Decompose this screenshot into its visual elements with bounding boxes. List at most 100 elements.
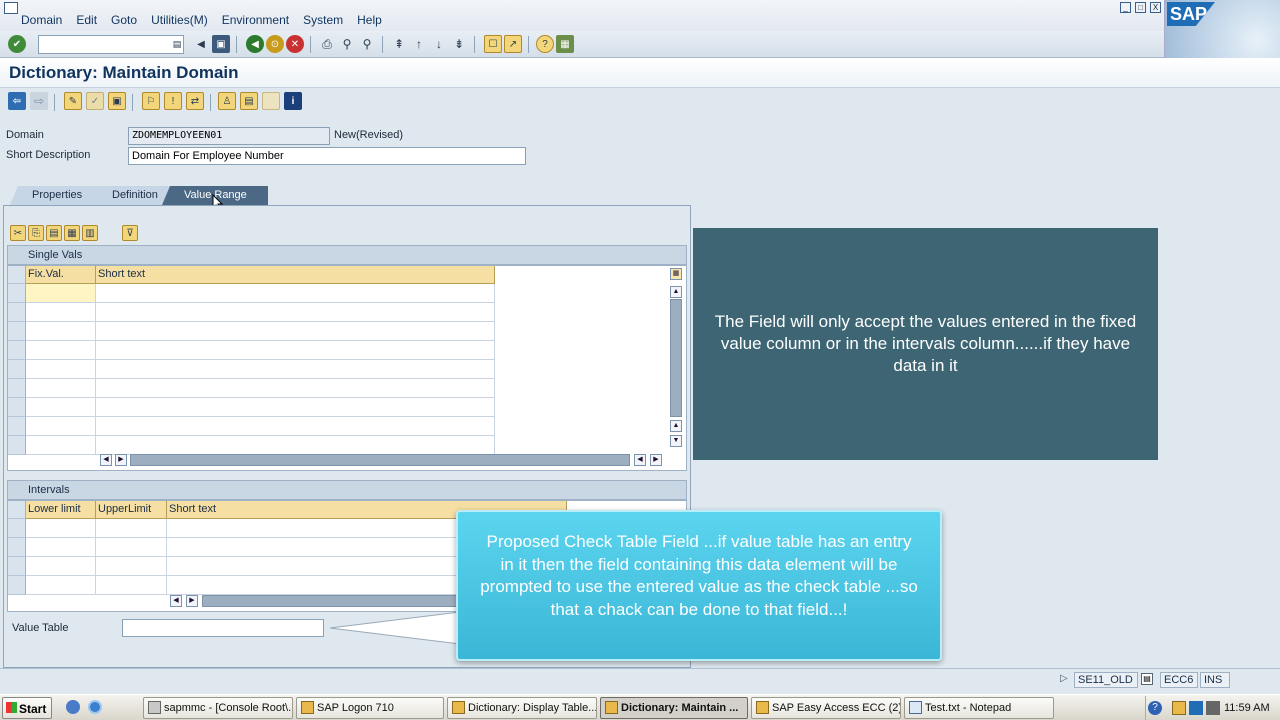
row-selector[interactable] <box>8 360 26 379</box>
exit-icon[interactable]: ⊙ <box>266 35 284 53</box>
cancel-icon[interactable]: ✕ <box>286 35 304 53</box>
table-cell[interactable] <box>96 303 495 322</box>
row-selector[interactable] <box>8 417 26 436</box>
where-used-icon[interactable]: ⚐ <box>142 92 160 110</box>
shortcut-icon[interactable]: ↗ <box>504 35 522 53</box>
table-cell[interactable] <box>26 398 96 417</box>
monitor-tray-icon[interactable] <box>1206 701 1220 715</box>
navigation-icon[interactable]: ⇄ <box>186 92 204 110</box>
other-object-back-icon[interactable]: ⇦ <box>8 92 26 110</box>
menu-environment[interactable]: Environment <box>215 13 296 27</box>
horizontal-scrollbar[interactable] <box>202 595 462 607</box>
table-cell[interactable] <box>26 538 96 557</box>
table-cell[interactable] <box>96 360 495 379</box>
table-cell[interactable] <box>26 417 96 436</box>
scroll-left-button[interactable]: ▶ <box>186 595 198 607</box>
row-selector[interactable] <box>8 576 26 595</box>
help-icon[interactable]: ? <box>536 35 554 53</box>
hierarchy-icon[interactable]: ♙ <box>218 92 236 110</box>
command-arrow-icon[interactable]: ◀ <box>192 35 210 53</box>
save-icon[interactable]: ▣ <box>212 35 230 53</box>
table-cell[interactable] <box>26 341 96 360</box>
row-selector[interactable] <box>8 303 26 322</box>
next-page-icon[interactable]: ↓ <box>430 35 448 53</box>
table-cell[interactable] <box>96 538 167 557</box>
menu-system[interactable]: System <box>296 13 350 27</box>
cut-icon[interactable]: ✂ <box>10 225 26 241</box>
filter-icon[interactable]: ⊽ <box>122 225 138 241</box>
tab-properties[interactable]: Properties <box>10 186 102 205</box>
command-field[interactable] <box>38 35 184 54</box>
table-cell[interactable] <box>96 322 495 341</box>
row-selector[interactable] <box>8 557 26 576</box>
table-cell[interactable] <box>96 417 495 436</box>
print-icon[interactable]: ⎙ <box>318 35 336 53</box>
status-expand-icon[interactable]: ▷ <box>1060 673 1068 684</box>
table-cell[interactable] <box>26 322 96 341</box>
menu-edit[interactable]: Edit <box>69 13 104 27</box>
documentation-icon[interactable] <box>262 92 280 110</box>
table-cell[interactable] <box>96 398 495 417</box>
scroll-left-button[interactable]: ▶ <box>115 454 127 466</box>
table-cell[interactable] <box>96 284 495 303</box>
taskbar-item-sap-logon[interactable]: SAP Logon 710 <box>296 697 444 719</box>
row-selector[interactable] <box>8 398 26 417</box>
browser-icon[interactable] <box>88 700 102 714</box>
table-cell[interactable] <box>96 436 495 455</box>
print-object-icon[interactable]: ▤ <box>240 92 258 110</box>
taskbar-item-dictionary-maintain[interactable]: Dictionary: Maintain ... <box>600 697 748 719</box>
status-server-icon[interactable]: ▤ <box>1141 673 1153 685</box>
copy-icon[interactable]: ⎘ <box>28 225 44 241</box>
table-cell[interactable] <box>26 519 96 538</box>
maximize-icon[interactable]: □ <box>1135 2 1146 13</box>
object-list-icon[interactable]: ! <box>164 92 182 110</box>
delete-row-icon[interactable]: ▥ <box>82 225 98 241</box>
menu-utilities[interactable]: Utilities(M) <box>144 13 215 27</box>
table-cell[interactable] <box>96 519 167 538</box>
find-icon[interactable]: ⚲ <box>338 35 356 53</box>
taskbar-item-notepad[interactable]: Test.txt - Notepad <box>904 697 1054 719</box>
scroll-down-button[interactable]: ▼ <box>670 435 682 447</box>
horizontal-scrollbar[interactable] <box>130 454 630 466</box>
scroll-up-icon[interactable]: ▲ <box>670 286 682 298</box>
short-description-field[interactable]: Domain For Employee Number <box>128 147 526 165</box>
folder-tray-icon[interactable] <box>1172 701 1186 715</box>
table-cell[interactable] <box>26 284 96 303</box>
paste-icon[interactable]: ▤ <box>46 225 62 241</box>
table-cell[interactable] <box>26 379 96 398</box>
table-cell[interactable] <box>96 576 167 595</box>
layout-menu-icon[interactable]: ▦ <box>556 35 574 53</box>
activate-icon[interactable]: ▣ <box>108 92 126 110</box>
previous-page-icon[interactable]: ↑ <box>410 35 428 53</box>
create-session-icon[interactable]: ☐ <box>484 35 502 53</box>
column-short-text[interactable]: Short text <box>96 266 495 284</box>
back-icon[interactable]: ◀ <box>246 35 264 53</box>
table-cell[interactable] <box>26 436 96 455</box>
column-settings-icon[interactable]: ▦ <box>670 268 682 280</box>
sap-tray-icon[interactable] <box>1189 701 1203 715</box>
command-history-icon[interactable]: ▤ <box>168 35 186 53</box>
taskbar-item-sapmmc[interactable]: sapmmc - [Console Root\... <box>143 697 293 719</box>
start-button[interactable]: Start <box>2 697 52 719</box>
other-object-forward-icon[interactable]: ⇨ <box>30 92 48 110</box>
domain-field[interactable]: ZDOMEMPLOYEEN01 <box>128 127 330 145</box>
help-tray-icon[interactable]: ? <box>1148 701 1162 715</box>
find-next-icon[interactable]: ⚲ <box>358 35 376 53</box>
display-change-icon[interactable]: ✎ <box>64 92 82 110</box>
column-fix-val[interactable]: Fix.Val. <box>26 266 96 284</box>
scroll-left-first-button[interactable]: ◀ <box>170 595 182 607</box>
row-selector[interactable] <box>8 519 26 538</box>
info-icon[interactable]: i <box>284 92 302 110</box>
taskbar-item-dictionary-display[interactable]: Dictionary: Display Table... <box>447 697 597 719</box>
enter-icon[interactable]: ✔ <box>8 35 26 53</box>
column-upper-limit[interactable]: UpperLimit <box>96 501 167 519</box>
select-all-cell[interactable] <box>8 266 26 284</box>
table-cell[interactable] <box>96 379 495 398</box>
minimize-icon[interactable]: _ <box>1120 2 1131 13</box>
scroll-right-last-button[interactable]: ▶ <box>650 454 662 466</box>
value-table-field[interactable] <box>122 619 324 637</box>
row-selector[interactable] <box>8 538 26 557</box>
table-cell[interactable] <box>26 557 96 576</box>
check-icon[interactable]: ✓ <box>86 92 104 110</box>
table-cell[interactable] <box>26 303 96 322</box>
